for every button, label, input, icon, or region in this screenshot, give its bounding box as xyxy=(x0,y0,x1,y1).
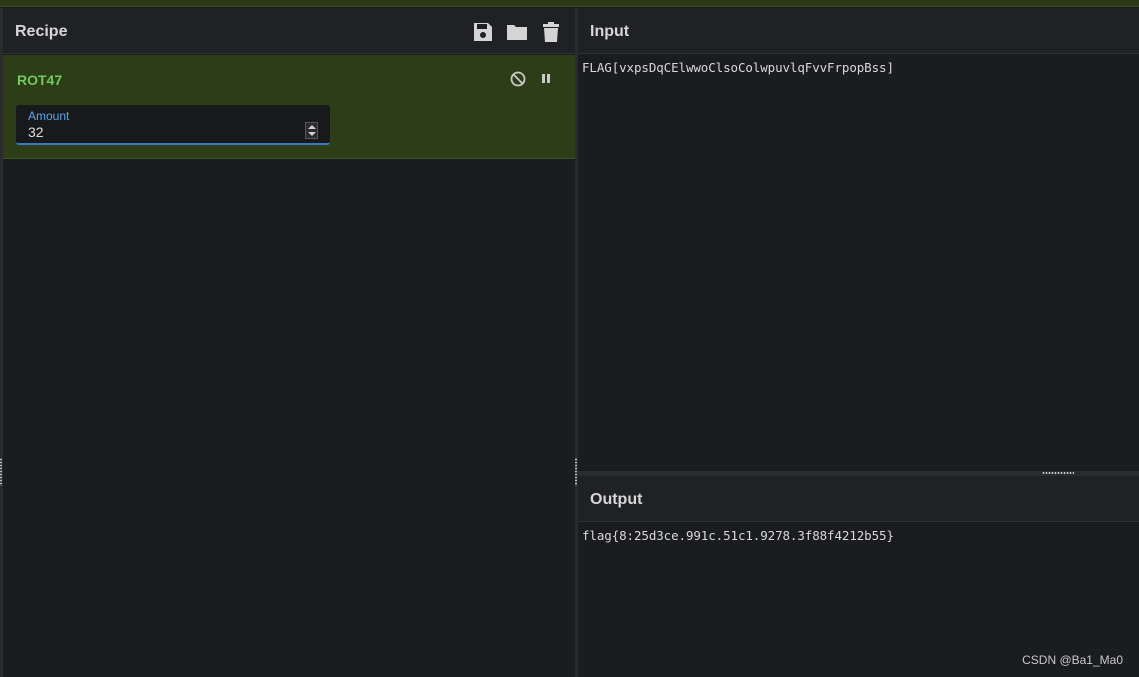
amount-stepper[interactable] xyxy=(305,122,318,139)
input-pane: Input FLAG[vxpsDqCElwwoClsoColwpuvlqFvvF… xyxy=(578,8,1139,471)
stepper-down-icon[interactable] xyxy=(308,132,316,136)
vertical-gutter-handle[interactable] xyxy=(575,458,577,486)
output-pane: Output flag{8:25d3ce.991c.51c1.9278.3f88… xyxy=(578,476,1139,677)
output-title: Output xyxy=(590,491,643,508)
input-header: Input xyxy=(578,8,1139,54)
input-title: Input xyxy=(590,23,630,40)
recipe-title: Recipe xyxy=(15,23,68,40)
trash-icon[interactable] xyxy=(540,21,562,43)
amount-input[interactable]: 32 xyxy=(28,124,44,140)
disable-icon[interactable] xyxy=(509,70,527,88)
recipe-pane: Recipe ROT47 Amount 32 xyxy=(3,8,575,677)
left-gutter-handle[interactable] xyxy=(0,458,2,486)
folder-icon[interactable] xyxy=(506,21,528,43)
watermark: CSDN @Ba1_Ma0 xyxy=(1022,653,1123,667)
save-icon[interactable] xyxy=(472,21,494,43)
amount-field[interactable]: Amount 32 xyxy=(16,105,330,145)
input-textarea[interactable]: FLAG[vxpsDqCElwwoClsoColwpuvlqFvvFrpopBs… xyxy=(582,60,894,75)
output-header: Output xyxy=(578,476,1139,522)
recipe-header: Recipe xyxy=(3,8,575,54)
stepper-up-icon[interactable] xyxy=(308,125,316,129)
amount-label: Amount xyxy=(28,109,70,123)
cyberchef-app: Recipe ROT47 Amount 32 Input FLAG[vxpsDq… xyxy=(0,0,1139,677)
operation-rot47[interactable]: ROT47 Amount 32 xyxy=(3,55,575,159)
horizontal-gutter-handle[interactable] xyxy=(1042,472,1074,474)
pause-icon[interactable] xyxy=(537,70,555,88)
top-strip xyxy=(0,0,1139,7)
output-text[interactable]: flag{8:25d3ce.991c.51c1.9278.3f88f4212b5… xyxy=(582,528,894,543)
operation-name: ROT47 xyxy=(17,72,63,88)
